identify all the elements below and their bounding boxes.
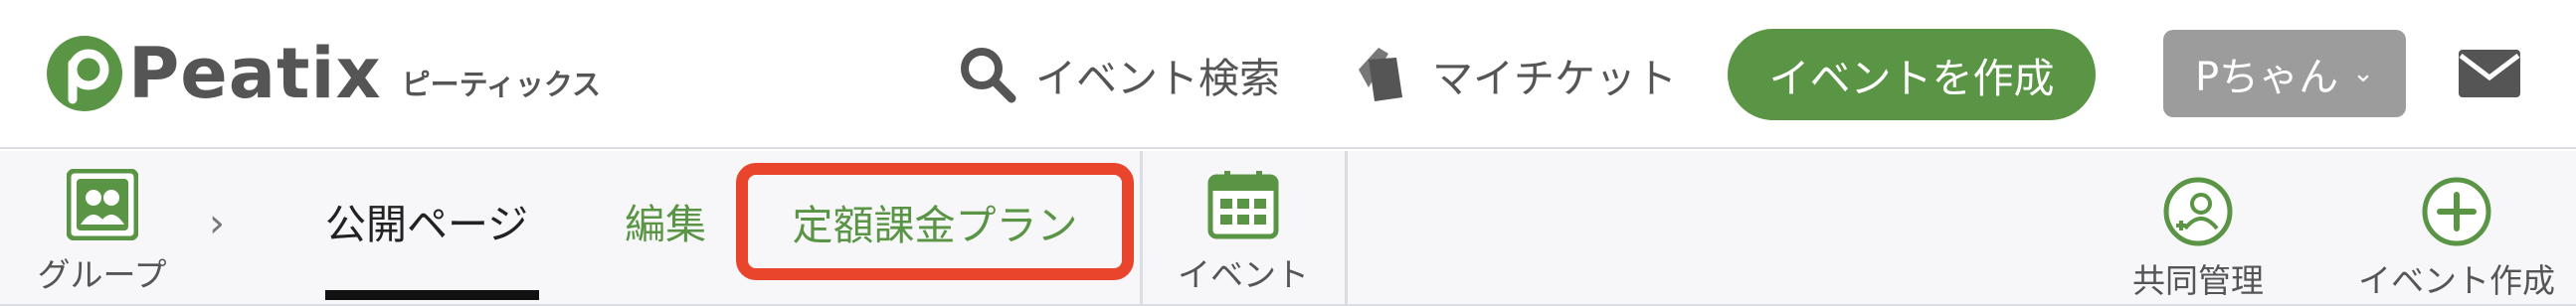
search-icon <box>961 48 1016 103</box>
group-subnav: グループ › 公開ページ 編集 定額課金プラン イベント 共同管理 イベント作成 <box>0 151 2576 306</box>
create-event-button[interactable]: イベントを作成 <box>1728 29 2096 120</box>
calendar-icon <box>1207 171 1279 239</box>
user-name: Pちゃん <box>2195 55 2339 100</box>
tab-subscription-plan-label: 定額課金プラン <box>792 202 1078 249</box>
chevron-right-icon: › <box>209 201 225 246</box>
top-header: Peatix ピーティックス イベント検索 マイチケット イベントを作成 Pちゃ… <box>0 0 2576 149</box>
tab-subscription-plan[interactable]: 定額課金プラン <box>736 163 1134 280</box>
ticket-icon <box>1359 48 1402 101</box>
new-event-label: イベント作成 <box>2358 261 2555 300</box>
shared-management-nav-item[interactable]: 共同管理 <box>2109 177 2288 302</box>
event-label: イベント <box>1178 255 1309 294</box>
tab-edit[interactable]: 編集 <box>625 191 706 250</box>
group-label: グループ <box>37 255 167 294</box>
event-search-label: イベント検索 <box>1035 55 1280 102</box>
my-tickets-link[interactable]: マイチケット <box>1345 40 1677 109</box>
active-tab-indicator <box>325 290 539 300</box>
logo-wordmark: Peatix <box>128 33 382 114</box>
shared-management-label: 共同管理 <box>2132 261 2264 300</box>
plus-circle-icon <box>2422 177 2491 246</box>
peatix-logo-icon <box>47 36 122 111</box>
group-icon <box>66 169 138 240</box>
divider <box>1345 151 1348 306</box>
my-tickets-label: マイチケット <box>1432 55 1677 102</box>
group-nav-item[interactable]: グループ <box>30 169 174 296</box>
user-add-icon <box>2163 177 2233 246</box>
event-search-link[interactable]: イベント検索 <box>958 40 1280 109</box>
new-event-nav-item[interactable]: イベント作成 <box>2337 177 2576 302</box>
tab-public-page[interactable]: 公開ページ <box>325 191 528 250</box>
user-menu-button[interactable]: Pちゃん ⌄ <box>2163 30 2406 117</box>
logo-kana: ピーティックス <box>401 68 602 101</box>
mail-icon[interactable] <box>2457 44 2522 103</box>
chevron-down-icon: ⌄ <box>2352 59 2374 88</box>
event-nav-item[interactable]: イベント <box>1164 169 1323 296</box>
peatix-logo[interactable]: Peatix ピーティックス <box>45 34 601 113</box>
divider <box>1140 151 1143 306</box>
